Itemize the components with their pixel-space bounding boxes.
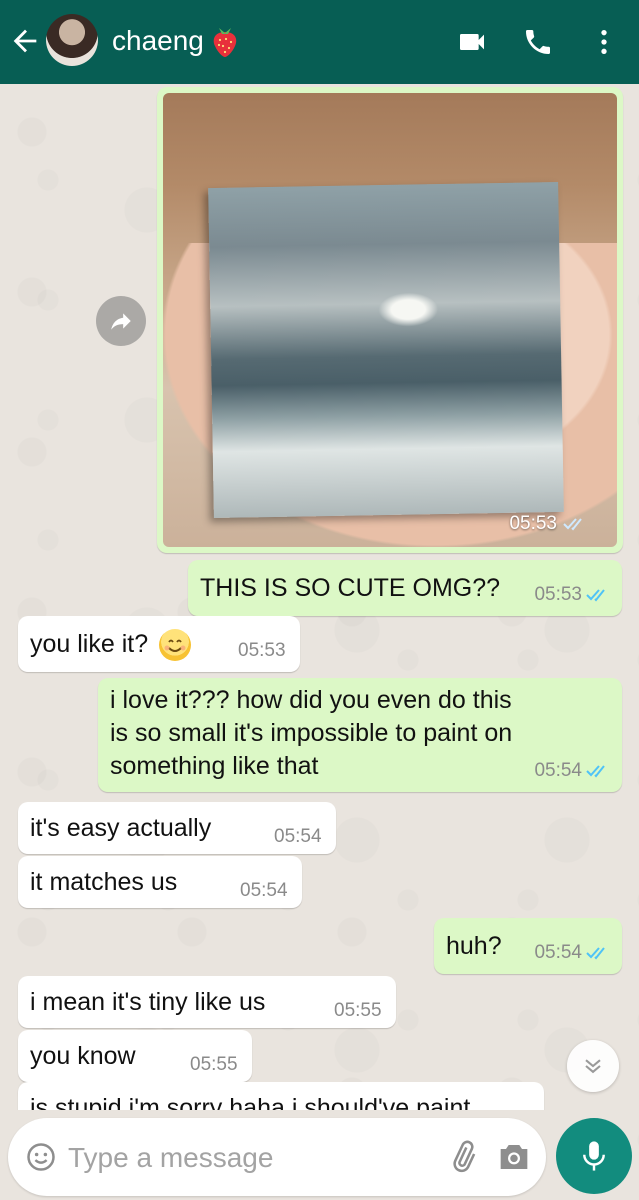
read-ticks-icon bbox=[586, 589, 605, 602]
message-text: it matches us bbox=[30, 868, 178, 896]
smiling-face-icon bbox=[159, 629, 192, 662]
more-vert-icon[interactable] bbox=[588, 26, 620, 58]
message-time: 05:55 bbox=[334, 1000, 382, 1021]
contact-name-area[interactable]: chaeng bbox=[112, 24, 240, 58]
strawberry-icon bbox=[213, 28, 237, 57]
message-text: huh? bbox=[446, 932, 502, 960]
chat-header: chaeng bbox=[0, 0, 639, 84]
message-time: 05:53 bbox=[509, 513, 557, 534]
incoming-message[interactable]: is stupid i'm sorry haha i should've pai… bbox=[18, 1082, 544, 1110]
message-text: is stupid i'm sorry haha i should've pai… bbox=[30, 1094, 471, 1110]
incoming-message[interactable]: i mean it's tiny like us 05:55 bbox=[18, 976, 396, 1028]
outgoing-message[interactable]: i love it??? how did you even do this is… bbox=[98, 678, 622, 792]
read-ticks-icon bbox=[586, 947, 605, 960]
phone-icon[interactable] bbox=[522, 26, 554, 58]
read-ticks-icon bbox=[586, 765, 605, 778]
emoji-icon[interactable] bbox=[26, 1142, 56, 1172]
photo-thumbnail[interactable]: 05:53 bbox=[163, 93, 617, 547]
message-time: 05:54 bbox=[534, 760, 582, 781]
message-text: you like it? bbox=[30, 630, 149, 658]
message-line: something like that bbox=[110, 752, 319, 780]
message-time: 05:54 bbox=[240, 880, 288, 901]
forward-icon bbox=[111, 313, 131, 330]
message-line: i love it??? how did you even do this bbox=[110, 686, 512, 714]
message-list[interactable]: 05:53 THIS IS SO CUTE OMG?? 05:53 you li… bbox=[0, 84, 639, 1110]
message-line: is so small it's impossible to paint on bbox=[110, 719, 513, 747]
back-arrow-icon[interactable] bbox=[8, 24, 42, 58]
message-composer bbox=[8, 1118, 546, 1196]
message-text-wrap: you like it? bbox=[30, 628, 192, 662]
message-text: THIS IS SO CUTE OMG?? bbox=[200, 574, 501, 602]
incoming-message[interactable]: it's easy actually 05:54 bbox=[18, 802, 336, 854]
forward-button[interactable] bbox=[96, 296, 146, 346]
message-time: 05:53 bbox=[534, 584, 582, 605]
painting-image-region bbox=[208, 181, 564, 519]
voice-record-button[interactable] bbox=[556, 1118, 632, 1194]
incoming-message[interactable]: it matches us 05:54 bbox=[18, 856, 302, 908]
message-time: 05:53 bbox=[238, 640, 286, 661]
outgoing-message[interactable]: huh? 05:54 bbox=[434, 918, 622, 974]
message-text: you know bbox=[30, 1042, 136, 1070]
scroll-to-bottom-button[interactable] bbox=[567, 1040, 619, 1092]
paperclip-icon[interactable] bbox=[446, 1140, 480, 1174]
message-time: 05:54 bbox=[534, 942, 582, 963]
avatar[interactable] bbox=[46, 14, 98, 66]
read-ticks-icon bbox=[563, 518, 582, 531]
chevron-double-down-icon bbox=[585, 1059, 601, 1074]
video-call-icon[interactable] bbox=[456, 26, 488, 58]
camera-icon[interactable] bbox=[498, 1142, 530, 1172]
incoming-message[interactable]: you know 05:55 bbox=[18, 1030, 252, 1082]
message-text: i mean it's tiny like us bbox=[30, 988, 266, 1016]
image-message[interactable]: 05:53 bbox=[157, 87, 623, 553]
message-text: it's easy actually bbox=[30, 814, 212, 842]
message-text: i love it??? how did you even do this is… bbox=[110, 684, 512, 783]
message-input[interactable] bbox=[68, 1136, 388, 1180]
message-time: 05:55 bbox=[190, 1054, 238, 1075]
message-time: 05:54 bbox=[274, 826, 322, 847]
outgoing-message[interactable]: THIS IS SO CUTE OMG?? 05:53 bbox=[188, 560, 622, 616]
incoming-message[interactable]: you like it? 05:53 bbox=[18, 616, 300, 672]
contact-name: chaeng bbox=[112, 25, 204, 56]
microphone-icon bbox=[583, 1141, 605, 1171]
moon-glow bbox=[378, 292, 439, 328]
